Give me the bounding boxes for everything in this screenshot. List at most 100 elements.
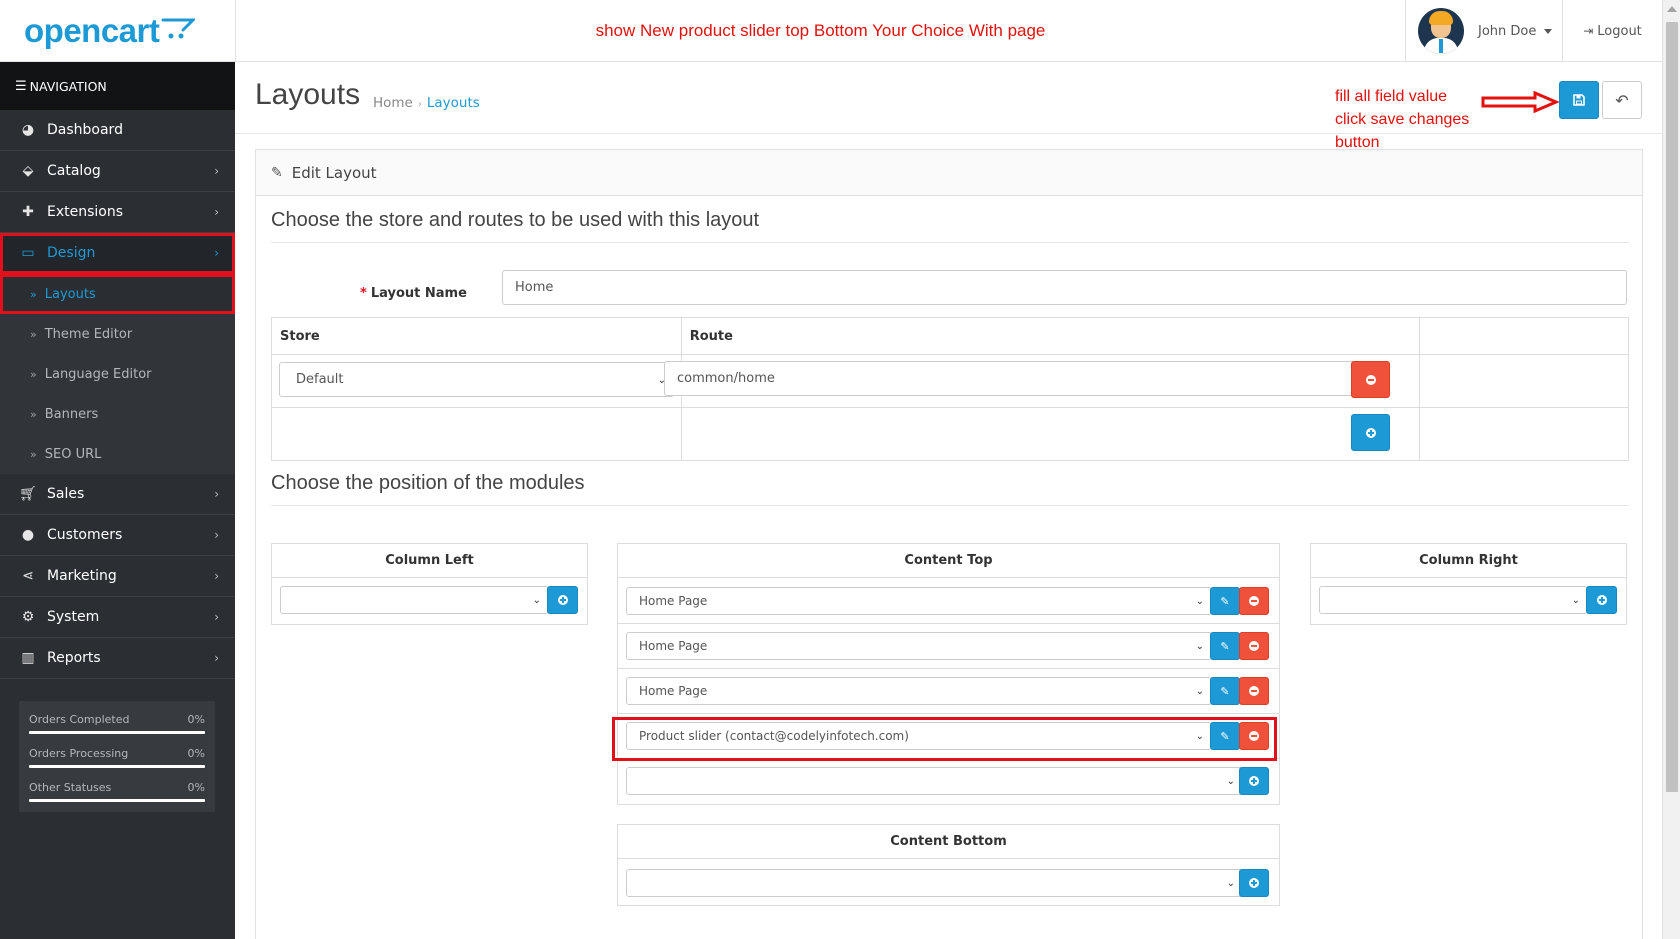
add-content-bottom-module-button[interactable] [1239,869,1269,897]
minus-circle-icon [1249,686,1259,696]
sidebar-item-system[interactable]: ⚙ System › [0,597,235,638]
sidebar-subitem-language-editor[interactable]: » Language Editor [0,354,235,394]
gear-icon: ⚙ [21,609,35,625]
add-route-button[interactable] [1351,414,1390,451]
content-bottom-header: Content Bottom [618,825,1279,859]
sidebar-subitem-banners[interactable]: » Banners [0,394,235,434]
plus-circle-icon [1365,427,1376,438]
breadcrumb-home[interactable]: Home [373,95,413,111]
modules-legend: Choose the position of the modules [271,472,1629,506]
order-stats: Orders Completed 0% Orders Processing 0%… [19,701,215,812]
minus-circle-icon [1365,374,1376,385]
add-column-left-module-button[interactable] [547,586,578,614]
content-top-module-select-2[interactable]: Home Page ⌄ [626,632,1212,660]
sidebar-item-sales[interactable]: 🛒︎ Sales › [0,474,235,515]
sidebar-item-reports[interactable]: ▥ Reports › [0,638,235,679]
page-title: Layouts [255,78,361,111]
sidebar-subitem-theme-editor[interactable]: » Theme Editor [0,314,235,354]
list-item: Home Page ⌄ ✎ [618,579,1279,624]
sidebar-item-customers[interactable]: ● Customers › [0,515,235,556]
user-icon: ● [21,527,35,543]
column-left-header: Column Left [272,544,587,578]
breadcrumb-layouts[interactable]: Layouts [427,95,480,111]
list-item: Home Page ⌄ ✎ [618,624,1279,669]
annotation-text: fill all field value click save changes … [1335,88,1470,151]
content-top-module-select-3[interactable]: Home Page ⌄ [626,677,1212,705]
route-input[interactable]: common/home [664,361,1387,396]
content-top-module-select-1[interactable]: Home Page ⌄ [626,587,1212,615]
stat-orders-completed: Orders Completed 0% [29,709,205,743]
share-icon: ⋖ [22,568,34,584]
puzzle-icon: ✚ [22,204,34,220]
breadcrumb: Home › Layouts [373,95,480,111]
save-button[interactable] [1559,81,1599,119]
sidebar-item-extensions[interactable]: ✚ Extensions › [0,192,235,233]
pencil-icon: ✎ [1220,684,1230,698]
column-left-box: Column Left ⌄ [271,543,588,625]
remove-module-button[interactable] [1239,587,1269,615]
tags-icon: ⬙ [22,163,34,179]
chevron-down-icon: ⌄ [1226,878,1235,889]
bars-icon: ☰ [15,78,27,94]
plus-circle-icon [557,595,568,605]
remove-route-button[interactable] [1351,361,1390,398]
remove-module-button[interactable] [1239,677,1269,705]
plus-circle-icon [1596,595,1607,605]
bar-chart-icon: ▥ [21,650,35,666]
navigation-title: ☰ NAVIGATION [0,62,235,110]
sidebar-item-catalog[interactable]: ⬙ Catalog › [0,151,235,192]
sign-out-icon: ⇥ [1583,24,1594,38]
logout-button[interactable]: ⇥ Logout [1562,0,1662,62]
layout-name-label: * Layout Name [360,286,467,301]
cart-icon: 🛒︎ [19,486,37,502]
sidebar-subitem-layouts[interactable]: » Layouts [0,274,235,314]
caret-down-icon [1544,28,1553,34]
edit-module-button[interactable]: ✎ [1210,587,1240,615]
chevron-right-icon: › [417,99,422,110]
sidebar-item-design[interactable]: ▭ Design › [0,233,235,274]
sidebar-item-marketing[interactable]: ⋖ Marketing › [0,556,235,597]
double-chevron-icon: » [30,367,37,381]
user-menu[interactable]: John Doe [1405,0,1562,62]
chevron-down-icon: ⌄ [1195,686,1204,697]
layout-name-input[interactable]: Home [502,270,1627,305]
sidebar-subitem-seo-url[interactable]: » SEO URL [0,434,235,474]
page-scrollbar[interactable] [1662,0,1680,939]
sidebar-item-dashboard[interactable]: ◕ Dashboard [0,110,235,151]
pencil-icon: ✎ [1220,594,1230,608]
chevron-right-icon: › [214,610,219,624]
add-content-top-module-button[interactable] [1239,767,1269,795]
column-right-select[interactable]: ⌄ [1319,586,1588,614]
back-button[interactable]: ↶ [1602,81,1642,119]
edit-module-button[interactable]: ✎ [1210,632,1240,660]
opencart-logo[interactable]: opencart [0,0,235,62]
plus-circle-icon [1249,776,1259,786]
content-bottom-select[interactable]: ⌄ [626,869,1243,897]
pencil-icon: ✎ [271,164,283,181]
reply-icon: ↶ [1615,90,1629,110]
dashboard-icon: ◕ [21,122,35,138]
column-left-select[interactable]: ⌄ [280,586,549,614]
remove-module-button[interactable] [1239,632,1269,660]
floppy-disk-icon [1573,94,1585,106]
chevron-right-icon: › [214,164,219,178]
header-annotation: show New product slider top Bottom Your … [235,0,1405,62]
add-column-right-module-button[interactable] [1586,586,1617,614]
content-top-new-module-select[interactable]: ⌄ [626,767,1243,795]
column-right-box: Column Right ⌄ [1310,543,1627,625]
chevron-down-icon: ⌄ [532,595,541,606]
store-select[interactable]: Default ⌄ [279,362,674,397]
content-top-header: Content Top [618,544,1279,578]
page-header: Layouts Home › Layouts fill all field valu… [235,62,1662,151]
scrollbar-thumb[interactable] [1666,22,1678,792]
column-right-header: Column Right [1311,544,1626,578]
double-chevron-icon: » [30,447,37,461]
chevron-down-icon: ⌄ [1195,596,1204,607]
chevron-down-icon: ⌄ [1571,595,1580,606]
monitor-icon: ▭ [21,245,35,261]
sidebar: ☰ NAVIGATION ◕ Dashboard ⬙ Catalog › ✚ E… [0,62,235,939]
edit-module-button[interactable]: ✎ [1210,677,1240,705]
chevron-right-icon: › [214,528,219,542]
scroll-up-arrow-icon[interactable] [1667,6,1677,12]
chevron-right-icon: › [214,651,219,665]
